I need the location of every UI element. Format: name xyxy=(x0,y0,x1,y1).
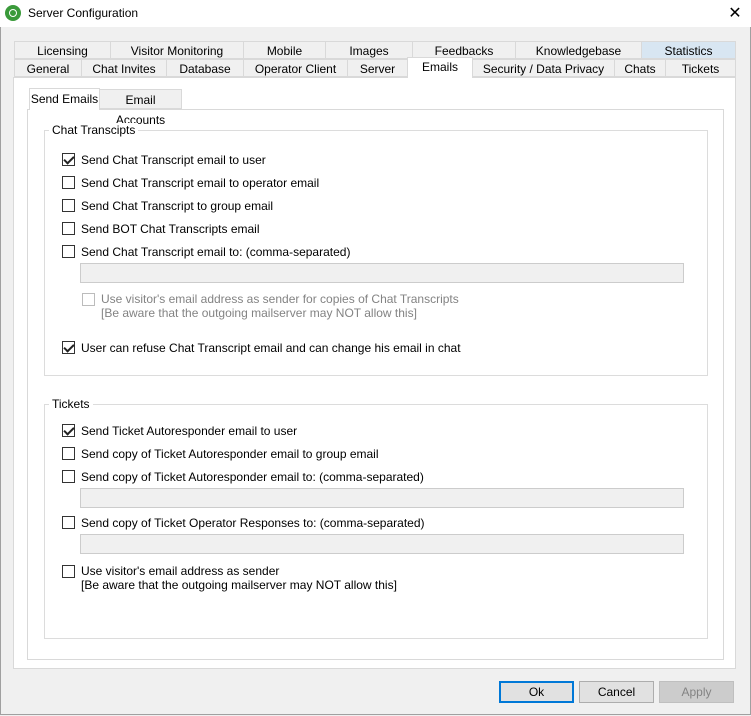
tab-statistics[interactable]: Statistics xyxy=(641,41,736,59)
window-title: Server Configuration xyxy=(28,6,139,20)
close-icon[interactable]: ✕ xyxy=(720,0,750,27)
user-can-refuse-label: User can refuse Chat Transcript email an… xyxy=(81,341,461,355)
chat-transcript-operator-label: Send Chat Transcript email to operator e… xyxy=(81,176,320,190)
tab-send-emails[interactable]: Send Emails xyxy=(29,88,100,110)
tab-knowledgebase[interactable]: Knowledgebase xyxy=(515,41,642,59)
tab-mobile[interactable]: Mobile xyxy=(243,41,326,59)
tab-visitor-monitoring[interactable]: Visitor Monitoring xyxy=(110,41,244,59)
ticket-operator-responses-checkbox[interactable] xyxy=(62,516,75,529)
tab-server[interactable]: Server xyxy=(347,59,408,77)
tab-general[interactable]: General xyxy=(14,59,82,77)
tickets-group-label: Tickets xyxy=(49,397,93,411)
chat-transcripts-group-label: Chat Transcipts xyxy=(49,123,139,137)
ticket-operator-responses-input[interactable] xyxy=(80,534,684,554)
ticket-autoresponder-to-label: Send copy of Ticket Autoresponder email … xyxy=(81,470,424,484)
ticket-autoresponder-group-checkbox[interactable] xyxy=(62,447,75,460)
chat-transcript-to-checkbox[interactable] xyxy=(62,245,75,258)
ticket-autoresponder-user-checkbox[interactable] xyxy=(62,424,75,437)
chat-transcript-group-label: Send Chat Transcript to group email xyxy=(81,199,274,213)
tab-licensing[interactable]: Licensing xyxy=(14,41,111,59)
tab-email-accounts[interactable]: Email Accounts xyxy=(99,89,182,127)
ok-button[interactable]: Ok xyxy=(499,681,574,703)
ticket-visitor-sender-checkbox[interactable] xyxy=(62,565,75,578)
tab-emails[interactable]: Emails xyxy=(407,57,473,78)
chat-transcript-to-label: Send Chat Transcript email to: (comma-se… xyxy=(81,245,351,259)
chat-visitor-sender-checkbox[interactable] xyxy=(82,293,95,306)
tab-images[interactable]: Images xyxy=(325,41,413,59)
bot-chat-transcripts-checkbox[interactable] xyxy=(62,222,75,235)
ticket-autoresponder-group-label: Send copy of Ticket Autoresponder email … xyxy=(81,447,379,461)
apply-button[interactable]: Apply xyxy=(659,681,734,703)
ticket-autoresponder-to-checkbox[interactable] xyxy=(62,470,75,483)
ticket-autoresponder-user-label: Send Ticket Autoresponder email to user xyxy=(81,424,298,438)
user-can-refuse-checkbox[interactable] xyxy=(62,341,75,354)
chat-transcript-group-checkbox[interactable] xyxy=(62,199,75,212)
chat-transcript-user-label: Send Chat Transcript email to user xyxy=(81,153,266,167)
tab-database[interactable]: Database xyxy=(166,59,244,77)
tab-operator-client[interactable]: Operator Client xyxy=(243,59,348,77)
ticket-visitor-sender-label: Use visitor's email address as sender [B… xyxy=(81,564,397,592)
cancel-button[interactable]: Cancel xyxy=(579,681,654,703)
tab-security-data-privacy[interactable]: Security / Data Privacy xyxy=(472,59,615,77)
ticket-operator-responses-label: Send copy of Ticket Operator Responses t… xyxy=(81,516,425,530)
bot-chat-transcripts-label: Send BOT Chat Transcripts email xyxy=(81,222,260,236)
chat-visitor-sender-label: Use visitor's email address as sender fo… xyxy=(101,292,459,320)
ticket-autoresponder-recipients-input[interactable] xyxy=(80,488,684,508)
app-gear-icon xyxy=(5,5,21,21)
tab-chats[interactable]: Chats xyxy=(614,59,666,77)
chat-transcript-operator-checkbox[interactable] xyxy=(62,176,75,189)
chat-transcript-recipients-input[interactable] xyxy=(80,263,684,283)
chat-transcript-user-checkbox[interactable] xyxy=(62,153,75,166)
tab-tickets[interactable]: Tickets xyxy=(665,59,736,77)
tab-chat-invites[interactable]: Chat Invites xyxy=(81,59,167,77)
